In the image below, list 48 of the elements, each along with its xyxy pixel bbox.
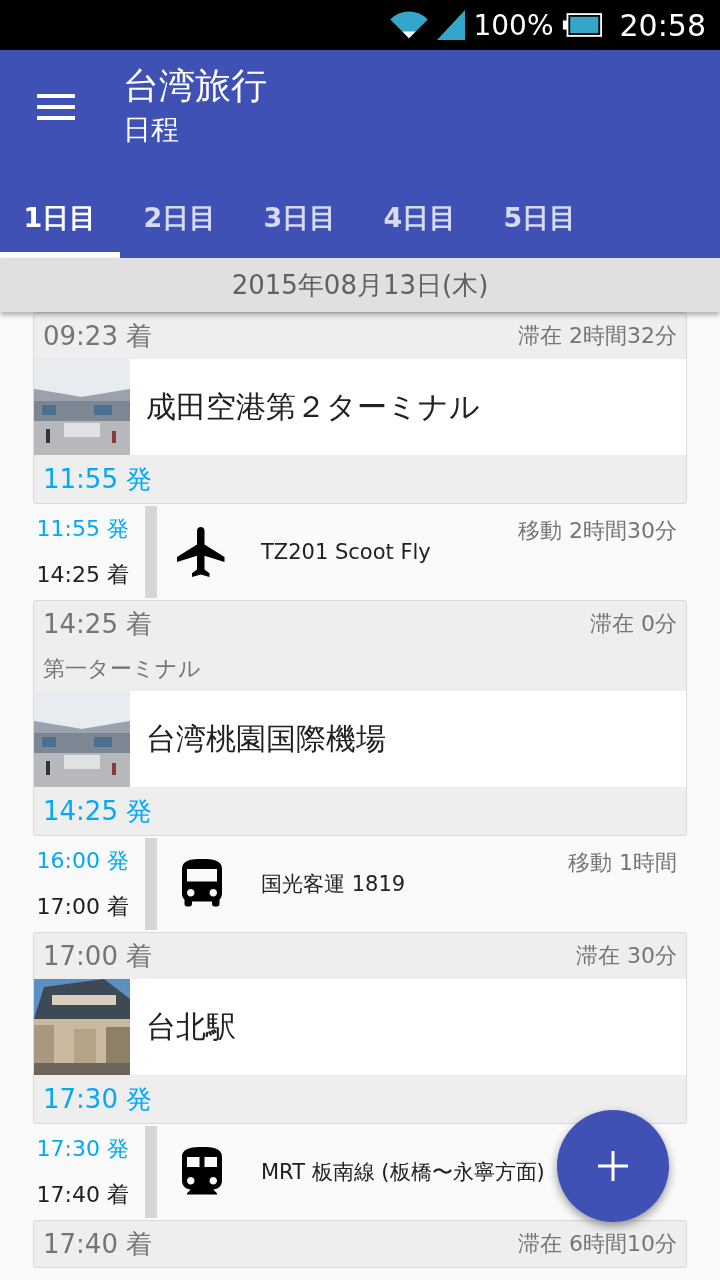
- arrival-time: 14:25 着: [43, 607, 153, 641]
- place-row[interactable]: 成田空港第２ターミナル: [34, 359, 686, 455]
- arrival-time: 17:40 着: [36, 1181, 129, 1209]
- travel-duration: 移動 1時間: [568, 849, 677, 877]
- battery-icon: [561, 13, 602, 37]
- place-name: 成田空港第２ターミナル: [146, 387, 480, 426]
- place-row[interactable]: 台湾桃園国際機場: [34, 691, 686, 787]
- transport-name: TZ201 Scoot Fly: [261, 540, 431, 564]
- departure-time: 14:25 発: [43, 794, 153, 828]
- travel-duration: 移動 2時間30分: [518, 517, 677, 545]
- arrival-time: 09:23 着: [43, 319, 153, 353]
- app-title: 台湾旅行: [123, 64, 267, 108]
- departure-time: 17:30 発: [36, 1135, 129, 1163]
- stay-duration: 滞在 30分: [576, 942, 677, 970]
- wifi-icon: [389, 10, 430, 40]
- stay-duration: 滞在 0分: [590, 610, 677, 638]
- departure-time: 16:00 発: [36, 847, 129, 875]
- arrival-time: 14:25 着: [36, 561, 129, 589]
- arrival-time: 17:00 着: [36, 893, 129, 921]
- transport-name: 国光客運 1819: [261, 871, 406, 898]
- departure-time: 11:55 発: [36, 515, 129, 543]
- clock: 20:58: [619, 7, 706, 43]
- transit-row[interactable]: 17:30 発 17:40 着 MRT 板南線 (板橋〜永寧方面): [0, 1126, 720, 1218]
- day-tab[interactable]: 3日目: [240, 190, 360, 258]
- date-header: 2015年08月13日(木): [0, 258, 720, 312]
- app-subtitle: 日程: [123, 112, 180, 148]
- plus-icon: [598, 1151, 628, 1181]
- arrival-time: 17:40 着: [43, 1227, 153, 1261]
- stay-duration: 滞在 6時間10分: [518, 1230, 677, 1258]
- departure-time: 17:30 発: [43, 1082, 153, 1116]
- signal-icon: [437, 10, 466, 40]
- day-tab[interactable]: 2日目: [120, 190, 240, 258]
- place-name: 台湾桃園国際機場: [146, 719, 386, 758]
- battery-percent: 100%: [473, 8, 554, 42]
- place-row[interactable]: 台北駅: [34, 979, 686, 1075]
- transit-row[interactable]: 16:00 発 17:00 着 国光客運 1819 移動 1時間: [0, 838, 720, 930]
- arrival-time: 17:00 着: [43, 939, 153, 973]
- place-note: 第一ターミナル: [42, 655, 202, 683]
- transit-row[interactable]: 11:55 発 14:25 着 TZ201 Scoot Fly 移動 2時間30分: [0, 506, 720, 598]
- place-name: 台北駅: [146, 1007, 236, 1046]
- menu-icon[interactable]: [37, 94, 75, 120]
- stay-duration: 滞在 2時間32分: [518, 322, 677, 350]
- transport-name: MRT 板南線 (板橋〜永寧方面): [261, 1159, 545, 1186]
- add-button[interactable]: [557, 1110, 669, 1222]
- day-tab[interactable]: 4日目: [360, 190, 480, 258]
- day-tab[interactable]: 5日目: [480, 190, 600, 258]
- airplane-icon: [177, 527, 227, 577]
- departure-time: 11:55 発: [43, 462, 153, 496]
